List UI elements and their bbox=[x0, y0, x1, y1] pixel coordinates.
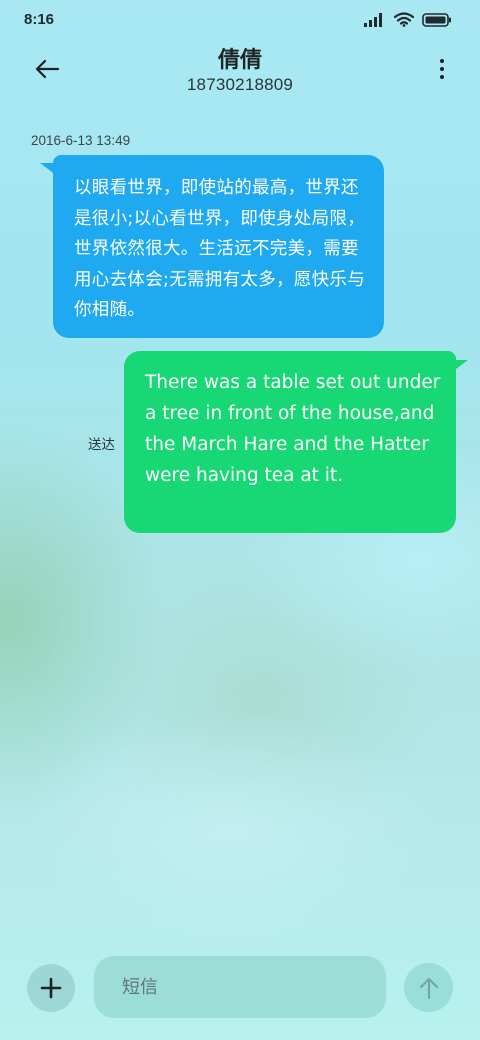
more-vertical-icon bbox=[440, 59, 444, 63]
delivery-status: 送达 bbox=[88, 437, 115, 453]
signal-icon bbox=[364, 12, 382, 27]
wifi-icon bbox=[394, 12, 414, 27]
outgoing-message-text: There was a table set out under a tree i… bbox=[145, 372, 441, 486]
more-vertical-icon bbox=[440, 67, 444, 71]
more-options-button[interactable] bbox=[434, 54, 450, 84]
message-input[interactable] bbox=[94, 956, 386, 1018]
send-button[interactable] bbox=[404, 963, 453, 1012]
send-arrow-icon bbox=[419, 977, 438, 999]
outgoing-message-bubble[interactable]: There was a table set out under a tree i… bbox=[124, 351, 456, 533]
message-timestamp: 2016-6-13 13:49 bbox=[31, 133, 131, 148]
incoming-message-text: 以眼看世界，即使站的最高，世界还是很小;以心看世界，即使身处局限，世界依然很大。… bbox=[74, 178, 365, 321]
status-bar: 8:16 bbox=[0, 0, 480, 40]
contact-name: 倩倩 bbox=[217, 48, 262, 73]
status-icons bbox=[364, 12, 452, 27]
contact-number: 18730218809 bbox=[186, 75, 294, 94]
status-time: 8:16 bbox=[24, 11, 55, 28]
incoming-message-bubble[interactable]: 以眼看世界，即使站的最高，世界还是很小;以心看世界，即使身处局限，世界依然很大。… bbox=[53, 155, 384, 338]
battery-icon bbox=[422, 12, 451, 27]
more-vertical-icon bbox=[440, 75, 444, 79]
add-attachment-button[interactable] bbox=[27, 964, 75, 1012]
plus-icon bbox=[40, 977, 62, 999]
